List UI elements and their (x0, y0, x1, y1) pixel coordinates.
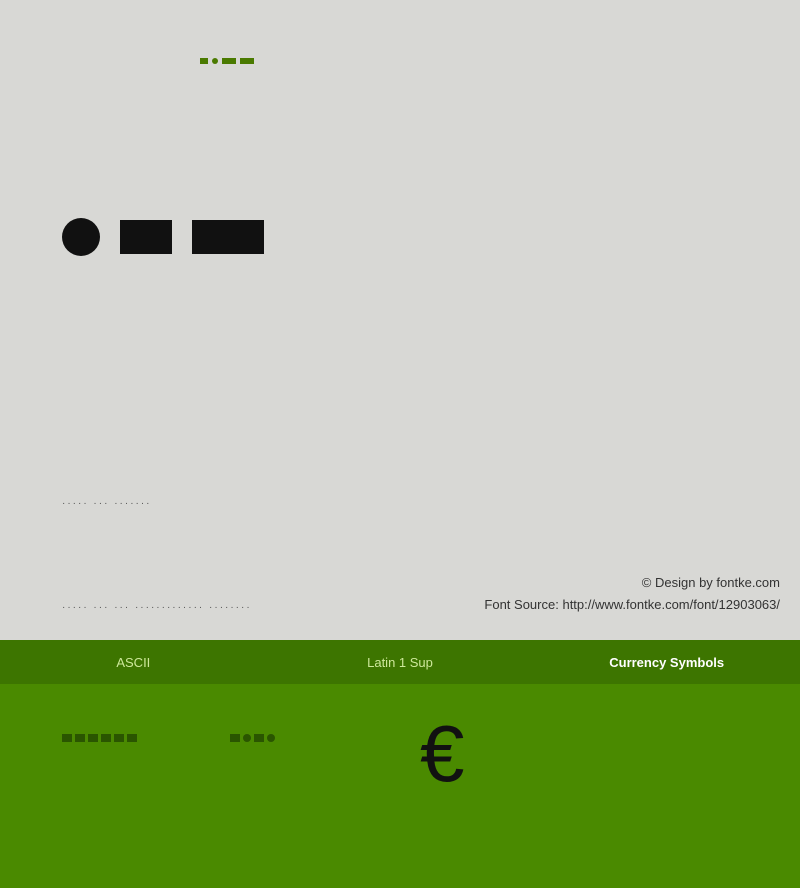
tabs-row: ASCII Latin 1 Sup Currency Symbols (0, 640, 800, 684)
green-dots-row-2 (230, 734, 275, 742)
green-content: € (0, 684, 800, 888)
dot-2 (212, 58, 218, 64)
top-section: ····· ··· ······· ····· ··· ··· ········… (0, 0, 800, 640)
design-credit: © Design by fontke.com (642, 575, 780, 590)
dot-1 (200, 58, 208, 64)
gdot2-1 (230, 734, 240, 742)
gdot2-3 (254, 734, 264, 742)
decorative-text-2: ····· ··· ··· ············· ········ (62, 602, 252, 613)
shapes-row (62, 218, 264, 256)
euro-symbol: € (420, 714, 465, 794)
tab-ascii[interactable]: ASCII (0, 643, 267, 682)
gdot-4 (101, 734, 111, 742)
dots-pattern-top (200, 58, 254, 64)
decorative-text-1: ····· ··· ······· (62, 498, 152, 509)
shape-rect-large (192, 220, 264, 254)
gdot-1 (62, 734, 72, 742)
font-source-label: Font Source: (484, 597, 558, 612)
bottom-section: ASCII Latin 1 Sup Currency Symbols € (0, 640, 800, 888)
gdot2-4 (267, 734, 275, 742)
font-source-url[interactable]: http://www.fontke.com/font/12903063/ (562, 597, 780, 612)
gdot-6 (127, 734, 137, 742)
gdot-5 (114, 734, 124, 742)
tab-currency[interactable]: Currency Symbols (533, 643, 800, 682)
green-dots-row-1 (62, 734, 137, 742)
shape-rect-small (120, 220, 172, 254)
gdot-2 (75, 734, 85, 742)
gdot2-2 (243, 734, 251, 742)
shape-circle (62, 218, 100, 256)
dash-1 (222, 58, 236, 64)
dash-2 (240, 58, 254, 64)
font-source: Font Source: http://www.fontke.com/font/… (484, 597, 780, 612)
gdot-3 (88, 734, 98, 742)
tab-latin1sup[interactable]: Latin 1 Sup (267, 643, 534, 682)
